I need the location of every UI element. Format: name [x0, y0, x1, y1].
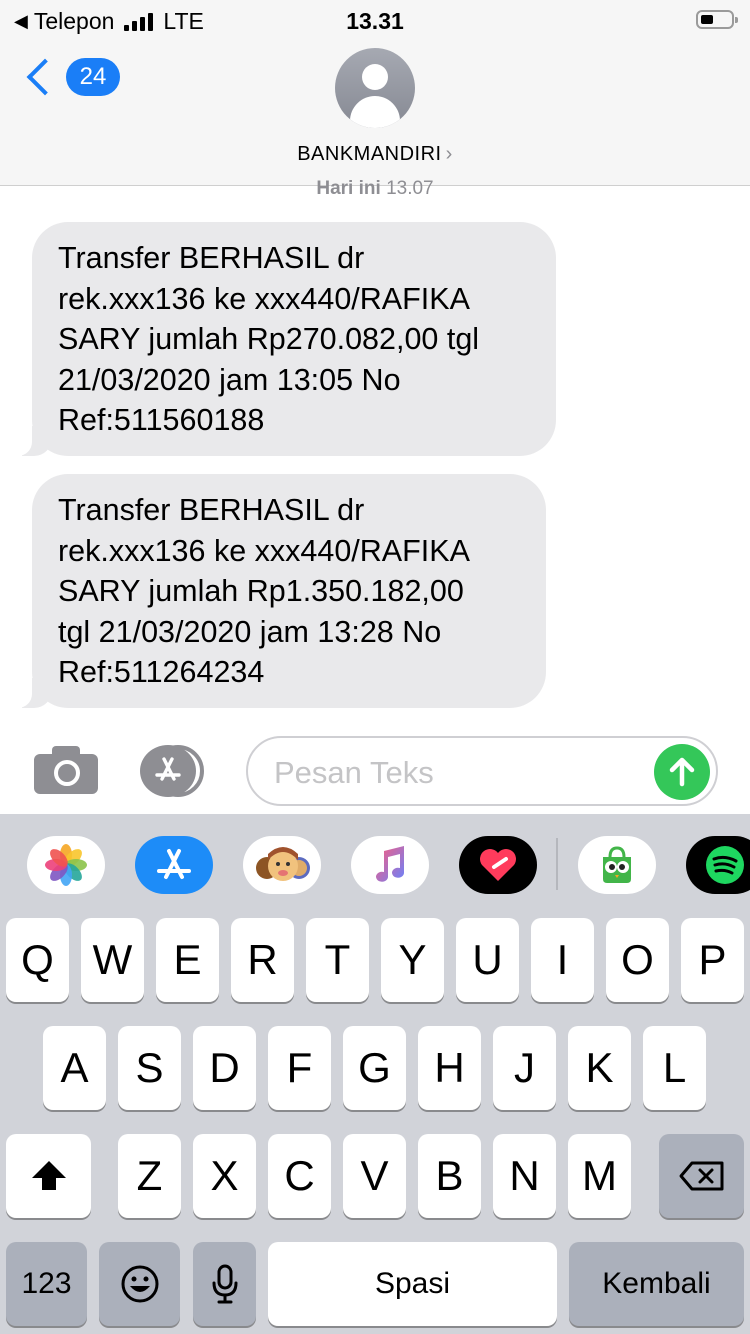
timestamp-time: 13.07 — [386, 178, 434, 199]
digital-touch-app-icon[interactable] — [459, 836, 537, 894]
keyboard: Q W E R T Y U I O P A S D F G H J K L Z … — [0, 814, 750, 1334]
space-key[interactable]: Spasi — [268, 1242, 557, 1326]
key-k[interactable]: K — [568, 1026, 631, 1110]
emoji-smiley-icon — [121, 1265, 158, 1303]
microphone-icon — [212, 1264, 237, 1304]
delete-backward-icon — [679, 1161, 723, 1191]
app-store-icon[interactable] — [140, 745, 210, 797]
spotify-app-icon[interactable] — [686, 836, 750, 894]
return-key[interactable]: Kembali — [569, 1242, 744, 1326]
message-input[interactable] — [272, 750, 636, 796]
key-z[interactable]: Z — [118, 1134, 181, 1218]
shift-arrow-icon — [31, 1161, 66, 1190]
key-f[interactable]: F — [268, 1026, 331, 1110]
numbers-key[interactable]: 123 — [6, 1242, 87, 1326]
key-y[interactable]: Y — [381, 918, 444, 1002]
shift-key[interactable] — [6, 1134, 91, 1218]
message-bubble[interactable]: Transfer BERHASIL dr rek.xxx136 ke xxx44… — [12, 474, 546, 708]
unread-count-badge: 24 — [66, 58, 120, 96]
status-time: 13.31 — [346, 8, 404, 34]
emoji-key[interactable] — [99, 1242, 180, 1326]
camera-icon[interactable] — [34, 746, 98, 794]
tokopedia-app-icon[interactable] — [578, 836, 656, 894]
key-u[interactable]: U — [456, 918, 519, 1002]
dictation-key[interactable] — [193, 1242, 256, 1326]
chevron-right-icon: › — [445, 143, 453, 165]
key-a[interactable]: A — [43, 1026, 106, 1110]
battery-icon — [696, 10, 738, 29]
key-l[interactable]: L — [643, 1026, 706, 1110]
message-timestamp: Hari ini 13.07 — [0, 178, 750, 200]
contact-name[interactable]: BANKMANDIRI › — [0, 143, 750, 166]
memoji-app-icon[interactable] — [243, 836, 321, 894]
back-button[interactable]: 24 — [22, 58, 120, 96]
key-j[interactable]: J — [493, 1026, 556, 1110]
key-c[interactable]: C — [268, 1134, 331, 1218]
key-g[interactable]: G — [343, 1026, 406, 1110]
key-n[interactable]: N — [493, 1134, 556, 1218]
key-h[interactable]: H — [418, 1026, 481, 1110]
backspace-key[interactable] — [659, 1134, 744, 1218]
contact-avatar[interactable] — [335, 48, 415, 128]
key-w[interactable]: W — [81, 918, 144, 1002]
photos-app-icon[interactable] — [27, 836, 105, 894]
app-drawer — [0, 814, 750, 914]
key-v[interactable]: V — [343, 1134, 406, 1218]
key-r[interactable]: R — [231, 918, 294, 1002]
message-input-field[interactable] — [246, 736, 718, 806]
key-d[interactable]: D — [193, 1026, 256, 1110]
key-b[interactable]: B — [418, 1134, 481, 1218]
status-bar: ◀ Telepon LTE 13.31 — [0, 0, 750, 42]
music-app-icon[interactable] — [351, 836, 429, 894]
key-t[interactable]: T — [306, 918, 369, 1002]
key-x[interactable]: X — [193, 1134, 256, 1218]
key-e[interactable]: E — [156, 918, 219, 1002]
app-store-app-icon[interactable] — [135, 836, 213, 894]
contact-name-label: BANKMANDIRI — [297, 143, 442, 165]
send-button[interactable] — [654, 744, 710, 800]
timestamp-day: Hari ini — [316, 178, 381, 199]
conversation-header: ◀ Telepon LTE 13.31 24 BANKMANDIRI › — [0, 0, 750, 186]
person-icon — [362, 64, 388, 90]
send-arrow-icon — [669, 757, 695, 787]
key-q[interactable]: Q — [6, 918, 69, 1002]
key-m[interactable]: M — [568, 1134, 631, 1218]
key-s[interactable]: S — [118, 1026, 181, 1110]
key-p[interactable]: P — [681, 918, 744, 1002]
key-o[interactable]: O — [606, 918, 669, 1002]
message-bubble[interactable]: Transfer BERHASIL dr rek.xxx136 ke xxx44… — [12, 222, 556, 456]
chevron-left-icon — [26, 58, 64, 96]
key-i[interactable]: I — [531, 918, 594, 1002]
drawer-separator — [556, 838, 558, 890]
